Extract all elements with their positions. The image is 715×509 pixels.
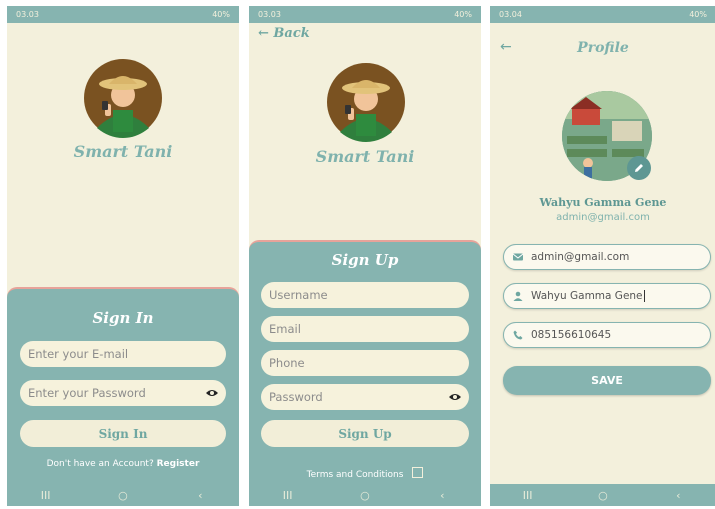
back-button[interactable]: ‹: [422, 489, 462, 502]
sign-up-screen: 03.03 40% ← Back Smart Tani Sign Up User…: [249, 6, 481, 506]
save-button[interactable]: SAVE: [503, 366, 711, 395]
password-placeholder: Enter your Password: [28, 386, 146, 400]
profile-screen: 03.04 40% ← Profile Wahyu Gamma Gene adm…: [490, 6, 715, 506]
name-field[interactable]: Wahyu Gamma Gene: [503, 283, 711, 309]
profile-name: Wahyu Gamma Gene: [539, 196, 667, 209]
terms-label: Terms and Conditions: [306, 470, 404, 480]
back-button[interactable]: ‹: [658, 489, 698, 502]
eye-icon[interactable]: [449, 392, 461, 402]
status-battery: 40%: [454, 10, 472, 19]
recents-button[interactable]: III: [508, 489, 548, 502]
username-placeholder: Username: [269, 288, 328, 302]
phone-value: 085156610645: [531, 329, 612, 341]
panel-title: Sign Up: [331, 251, 399, 269]
email-input[interactable]: Email: [261, 316, 469, 342]
password-input[interactable]: Enter your Password: [20, 380, 226, 406]
status-bar: 03.03 40%: [249, 6, 481, 23]
pencil-icon: [635, 164, 643, 172]
page-title: Profile: [577, 40, 629, 56]
sign-in-button[interactable]: Sign In: [20, 420, 226, 447]
home-button[interactable]: ○: [345, 489, 385, 502]
phone-input[interactable]: Phone: [261, 350, 469, 376]
recents-button[interactable]: III: [26, 489, 66, 502]
back-button[interactable]: ‹: [180, 489, 220, 502]
mail-icon: [512, 253, 524, 261]
status-battery: 40%: [212, 10, 230, 19]
username-input[interactable]: Username: [261, 282, 469, 308]
phone-placeholder: Phone: [269, 356, 305, 370]
recents-button[interactable]: III: [268, 489, 308, 502]
edit-avatar-button[interactable]: [627, 156, 651, 180]
nav-bar: III ○ ‹: [490, 484, 715, 506]
status-time: 03.03: [16, 10, 39, 19]
register-prompt: Don't have an Account? Register: [7, 459, 239, 469]
password-input[interactable]: Password: [261, 384, 469, 410]
farmer-logo-icon: [327, 63, 405, 142]
person-icon: [513, 291, 523, 301]
status-bar: 03.04 40%: [490, 6, 715, 23]
nav-bar: III ○ ‹: [249, 484, 481, 506]
home-button[interactable]: ○: [583, 489, 623, 502]
sign-up-panel: Sign Up Username Email Phone Password Si…: [249, 240, 481, 506]
name-value: Wahyu Gamma Gene: [531, 290, 643, 302]
back-link[interactable]: ← Back: [258, 26, 310, 41]
nav-bar: III ○ ‹: [7, 484, 239, 506]
sign-in-screen: 03.03 40% Smart Tani Sign In Enter your …: [7, 6, 239, 506]
email-placeholder: Email: [269, 322, 301, 336]
brand-name: Smart Tani: [315, 147, 415, 166]
email-value: admin@gmail.com: [531, 251, 630, 263]
terms-checkbox[interactable]: [412, 467, 424, 478]
sign-up-button[interactable]: Sign Up: [261, 420, 469, 447]
text-cursor: [643, 290, 645, 302]
register-link[interactable]: Register: [157, 459, 200, 469]
home-button[interactable]: ○: [103, 489, 143, 502]
password-placeholder: Password: [269, 390, 323, 404]
register-prompt-text: Don't have an Account?: [46, 459, 154, 469]
farmer-logo-icon: [84, 59, 162, 138]
email-field[interactable]: admin@gmail.com: [503, 244, 711, 270]
email-placeholder: Enter your E-mail: [28, 347, 129, 361]
panel-title: Sign In: [92, 309, 154, 327]
terms-row: Terms and Conditions: [249, 467, 481, 480]
status-time: 03.04: [499, 10, 522, 19]
status-battery: 40%: [689, 10, 707, 19]
email-input[interactable]: Enter your E-mail: [20, 341, 226, 367]
phone-field[interactable]: 085156610645: [503, 322, 711, 348]
profile-email: admin@gmail.com: [556, 212, 650, 223]
eye-icon[interactable]: [206, 388, 218, 398]
status-bar: 03.03 40%: [7, 6, 239, 23]
status-time: 03.03: [258, 10, 281, 19]
sign-in-panel: Sign In Enter your E-mail Enter your Pas…: [7, 287, 239, 506]
brand-name: Smart Tani: [73, 142, 173, 161]
phone-icon: [513, 330, 523, 340]
